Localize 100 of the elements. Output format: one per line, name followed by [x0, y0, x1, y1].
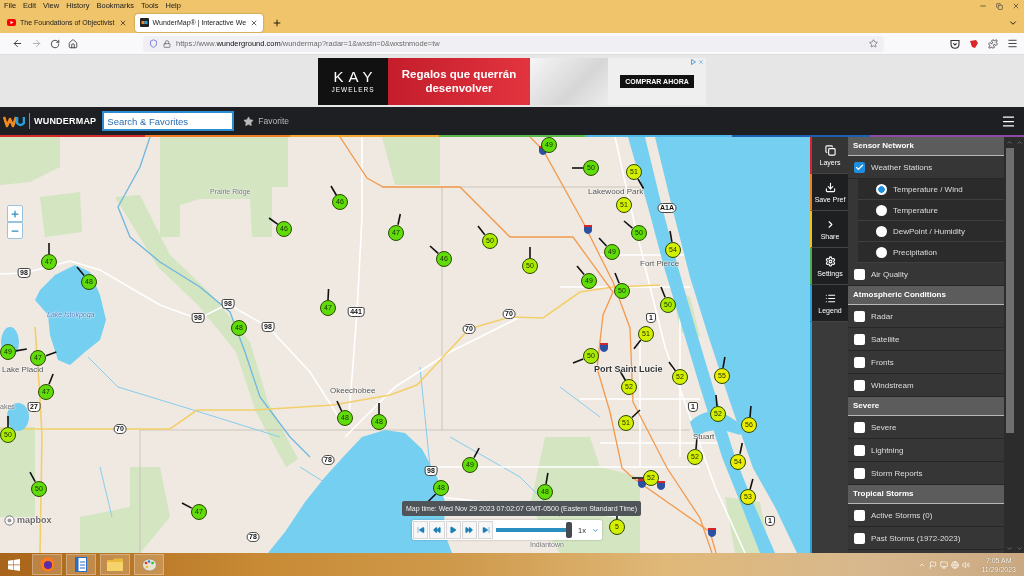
plus-icon [10, 208, 20, 219]
radio-button[interactable] [876, 246, 887, 258]
zoom-in-button[interactable] [7, 205, 23, 222]
wind-barb-icon [14, 347, 28, 352]
checkbox[interactable] [854, 161, 865, 173]
wind-barb-icon [633, 339, 643, 350]
menu-icon[interactable] [1007, 38, 1018, 49]
checkbox[interactable] [854, 268, 865, 280]
checkbox[interactable] [854, 356, 865, 368]
wind-barb-icon [575, 265, 585, 276]
wind-barb-icon [75, 266, 85, 277]
four-pane-logo-icon [8, 558, 20, 571]
pages-icon [824, 144, 836, 156]
interstate-shield-icon [638, 479, 646, 488]
interstate-shield-icon [657, 481, 665, 490]
play-button[interactable] [445, 521, 461, 539]
wind-barb-icon [749, 477, 754, 491]
park-area [40, 192, 82, 237]
option-row[interactable]: Precipitation [858, 242, 1004, 263]
layer-row[interactable]: Past Storms (1972-2023) [848, 527, 1004, 550]
paint-palette-icon [141, 557, 157, 572]
place-label: Okeechobee [330, 387, 376, 396]
slider-thumb[interactable] [566, 522, 573, 538]
layer-row[interactable]: Radar [848, 305, 1004, 328]
taskbar-app-button[interactable] [32, 554, 62, 575]
layer-label: Severe [871, 422, 897, 432]
bookmark-star-icon[interactable] [869, 39, 878, 48]
extension-badge-icon[interactable] [969, 38, 979, 49]
wind-barb-icon [598, 237, 608, 248]
brand-logo: KAY [332, 69, 378, 84]
extensions-icon[interactable] [988, 38, 998, 49]
reload-icon[interactable] [50, 38, 60, 49]
taskbar-app-button[interactable] [66, 554, 96, 575]
rewind-icon [432, 526, 441, 534]
checkbox[interactable] [854, 379, 865, 391]
time-slider[interactable] [496, 522, 573, 538]
new-tab-icon[interactable] [272, 17, 283, 28]
taskbar-app-button[interactable] [134, 554, 164, 575]
folder-icon [107, 558, 123, 571]
browser-icon [39, 557, 55, 572]
checkbox[interactable] [854, 467, 865, 479]
close-icon[interactable] [118, 18, 127, 27]
wind-barb-icon [722, 356, 727, 370]
wind-barb-icon [613, 272, 620, 285]
home-icon[interactable] [68, 38, 78, 49]
layer-label: Weather Stations [871, 162, 933, 172]
layer-row[interactable]: Severe [848, 416, 1004, 439]
close-icon[interactable] [250, 18, 259, 27]
radio-button[interactable] [876, 204, 887, 216]
download-icon [824, 181, 836, 193]
checkbox[interactable] [854, 444, 865, 456]
checkbox[interactable] [854, 310, 865, 322]
close-icon[interactable] [1012, 2, 1020, 10]
layer-row[interactable]: Satellite [848, 328, 1004, 351]
layer-row[interactable]: Fronts [848, 351, 1004, 374]
radio-button[interactable] [876, 225, 887, 237]
checkbox[interactable] [854, 333, 865, 345]
checkbox[interactable] [854, 421, 865, 433]
back-icon[interactable] [12, 38, 23, 49]
wind-barb-icon [572, 358, 585, 365]
favorite-button[interactable]: Favorite [243, 115, 289, 127]
search-field[interactable]: Search & Favorites [102, 111, 235, 131]
skip-to-start-button[interactable] [413, 521, 429, 539]
layer-row[interactable]: Active Storms (0) [848, 504, 1004, 527]
list-icon [824, 292, 836, 304]
scrollbar[interactable] [1004, 137, 1024, 553]
wind-barb-icon [630, 409, 641, 419]
checkbox[interactable] [854, 532, 865, 544]
wind-barb-icon [659, 286, 666, 299]
wind-barb-icon [327, 288, 330, 301]
shield-chevron-icon[interactable] [950, 38, 960, 49]
interstate-shield-icon [584, 225, 592, 234]
restore-icon[interactable] [996, 2, 1003, 10]
option-row[interactable]: DewPoint / Humidity [858, 221, 1004, 242]
menu-icon[interactable] [1001, 113, 1016, 129]
option-label: Precipitation [893, 247, 938, 257]
wind-barb-icon [545, 472, 550, 486]
step-back-button[interactable] [429, 521, 445, 539]
radio-button[interactable] [876, 183, 887, 195]
shield-icon[interactable] [149, 39, 158, 48]
scrollbar-thumb[interactable] [1006, 148, 1014, 433]
wind-barb-icon [748, 405, 752, 418]
option-label: Temperature / Wind [893, 184, 963, 194]
canal [99, 466, 113, 518]
option-row[interactable]: Temperature / Wind [858, 179, 1004, 200]
layer-row[interactable]: Lightning [848, 439, 1004, 462]
wind-barb-icon [329, 184, 337, 197]
option-label: DewPoint / Humidity [893, 226, 966, 236]
park-area [382, 137, 440, 185]
step-forward-button[interactable] [461, 521, 478, 539]
wind-barb-icon [623, 219, 634, 229]
skip-to-end-button[interactable] [478, 521, 494, 539]
lock-icon[interactable] [163, 39, 171, 48]
ad-headline: Regalos que querrán desenvolver [400, 67, 518, 95]
option-row[interactable]: Temperature [858, 200, 1004, 221]
play-triangle-icon[interactable] [691, 58, 696, 65]
checkbox[interactable] [854, 509, 865, 521]
caret-icon [592, 526, 600, 534]
option-label: Temperature [893, 205, 938, 215]
document-icon [75, 557, 87, 572]
